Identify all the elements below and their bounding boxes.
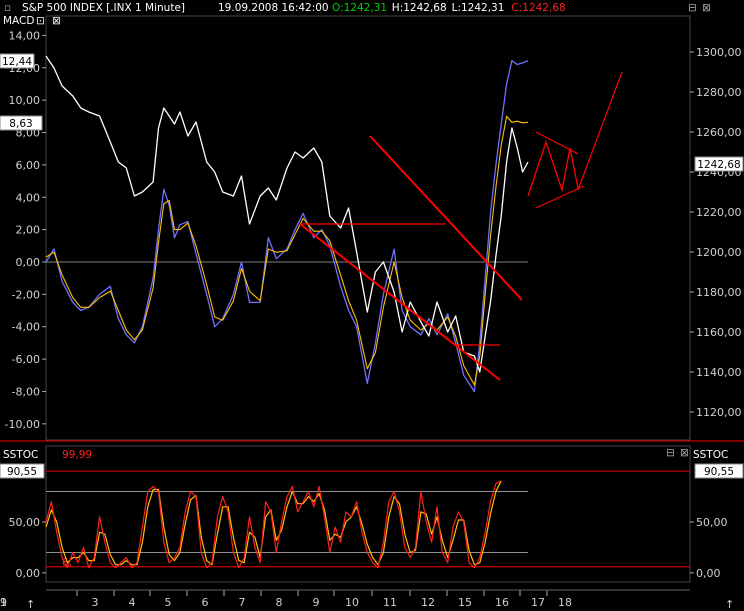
sstoc-panel-title-right: SSTOC <box>693 449 728 461</box>
stoch-right-badge: 90,55 <box>694 463 744 479</box>
price-value-badge-text: 1242,68 <box>697 159 740 171</box>
macd-close-icon[interactable]: ⊠ <box>52 15 61 27</box>
ohlc-1: H:1242,68 <box>392 2 447 14</box>
trendline-4 <box>535 185 585 209</box>
price-ytick-label: 1140,00 <box>696 366 742 379</box>
restore-icon[interactable]: ⊟ <box>688 2 697 14</box>
stoch-left-badge-text: 90,55 <box>7 466 37 478</box>
stoch-y-axis: 50,00 0,00 50,00 0,00 <box>9 516 728 580</box>
scroll-right-arrow-icon[interactable]: ↑ <box>725 598 734 611</box>
sstoc-panel-title: SSTOC <box>3 449 38 461</box>
upper-level-label: 99,99 <box>62 449 92 461</box>
macd-ytick-label: 2,00 <box>16 224 41 237</box>
price-ytick-label: 1260,00 <box>696 126 742 139</box>
signal-value-badge: 8,63 <box>0 115 43 131</box>
x-tick-label: 7 <box>239 596 246 609</box>
macd-ytick-label: -10,00 <box>5 418 40 431</box>
trendline-6 <box>577 71 623 191</box>
macd-ytick-label: -8,00 <box>12 385 40 398</box>
price-ytick-label: 1160,00 <box>696 326 742 339</box>
macd-panel-frame <box>45 15 691 441</box>
window-icon[interactable]: ▫ <box>4 2 11 14</box>
ohlc-3: C:1242,68 <box>511 2 565 14</box>
x-tick-label: 4 <box>129 596 136 609</box>
macd-ytick-label: 10,00 <box>9 94 41 107</box>
x-axis: 3456789101112151617181921 <box>0 589 690 609</box>
stoch-right-badge-text: 90,55 <box>704 466 734 478</box>
price-ytick-label: 1120,00 <box>696 406 742 419</box>
x-tick-label: 10 <box>345 596 359 609</box>
trendline-0 <box>299 223 501 381</box>
macd-value-badge-text: 12,44 <box>2 56 32 68</box>
chart-canvas: ▫ S&P 500 INDEX [.INX 1 Minute] 19.09.20… <box>0 0 744 611</box>
sstoc-restore-icon[interactable]: ⊟ <box>666 447 675 459</box>
x-tick-label: 17 <box>531 596 545 609</box>
macd-line <box>45 60 529 393</box>
x-tick-label: 21 <box>0 596 7 609</box>
stoch-plot-area <box>45 470 690 569</box>
macd-panel-title: MACD <box>3 15 34 27</box>
symbol-title: S&P 500 INDEX [.INX 1 Minute] <box>22 2 185 14</box>
macd-ytick-label: 6,00 <box>16 159 41 172</box>
x-tick-label: 15 <box>458 596 472 609</box>
ohlc-0: O:1242,31 <box>332 2 387 14</box>
macd-ytick-label: 14,00 <box>9 29 41 42</box>
stoch-ytick-label-right: 0,00 <box>696 567 721 580</box>
macd-ytick-label: -2,00 <box>12 288 40 301</box>
x-tick-label: 9 <box>313 596 320 609</box>
macd-ytick-label: -4,00 <box>12 321 40 334</box>
x-tick-label: 12 <box>421 596 435 609</box>
price-ytick-label: 1180,00 <box>696 286 742 299</box>
x-tick-label: 11 <box>383 596 397 609</box>
stoch-ytick-label-right: 50,00 <box>696 516 728 529</box>
macd-menu-icon[interactable]: ⊡ <box>36 15 45 27</box>
sstoc-panel-frame <box>45 445 691 583</box>
x-tick-label: 5 <box>165 596 172 609</box>
macd-plot-area <box>45 55 623 393</box>
macd-ytick-label: -6,00 <box>12 353 40 366</box>
price-ytick-label: 1300,00 <box>696 46 742 59</box>
chart-header: ▫ S&P 500 INDEX [.INX 1 Minute] 19.09.20… <box>0 0 744 14</box>
x-tick-label: 8 <box>276 596 283 609</box>
x-tick-label: 3 <box>92 596 99 609</box>
datetime-label: 19.09.2008 16:42:00 <box>218 2 329 14</box>
price-ytick-label: 1200,00 <box>696 246 742 259</box>
x-tick-label: 16 <box>495 596 509 609</box>
x-tick-label: 18 <box>558 596 572 609</box>
macd-y-axis: 14,0012,0010,008,006,004,002,000,00-2,00… <box>5 29 528 431</box>
stoch-ytick-label: 50,00 <box>9 516 41 529</box>
stoch-left-badge: 90,55 <box>0 463 45 479</box>
ohlc-2: L:1242,31 <box>452 2 505 14</box>
price-line <box>45 55 529 373</box>
trendline-5 <box>535 131 579 155</box>
price-y-axis: 1300,001280,001260,001240,001220,001200,… <box>690 46 742 419</box>
stoch-ytick-label: 0,00 <box>16 567 41 580</box>
signal-value-badge-text: 8,63 <box>9 118 32 130</box>
macd-ytick-label: 4,00 <box>16 191 41 204</box>
price-ytick-label: 1220,00 <box>696 206 742 219</box>
price-value-badge: 1242,68 <box>694 156 744 172</box>
price-ytick-label: 1280,00 <box>696 86 742 99</box>
zigzag-annotation <box>527 139 579 197</box>
sstoc-close-icon[interactable]: ⊠ <box>680 447 689 459</box>
panel-frames <box>0 15 744 583</box>
close-icon[interactable]: ⊠ <box>702 2 711 14</box>
x-tick-label: 6 <box>202 596 209 609</box>
macd-value-badge: 12,44 <box>0 53 35 69</box>
scroll-left-arrow-icon[interactable]: ↑ <box>26 598 35 611</box>
macd-ytick-label: 0,00 <box>16 256 41 269</box>
